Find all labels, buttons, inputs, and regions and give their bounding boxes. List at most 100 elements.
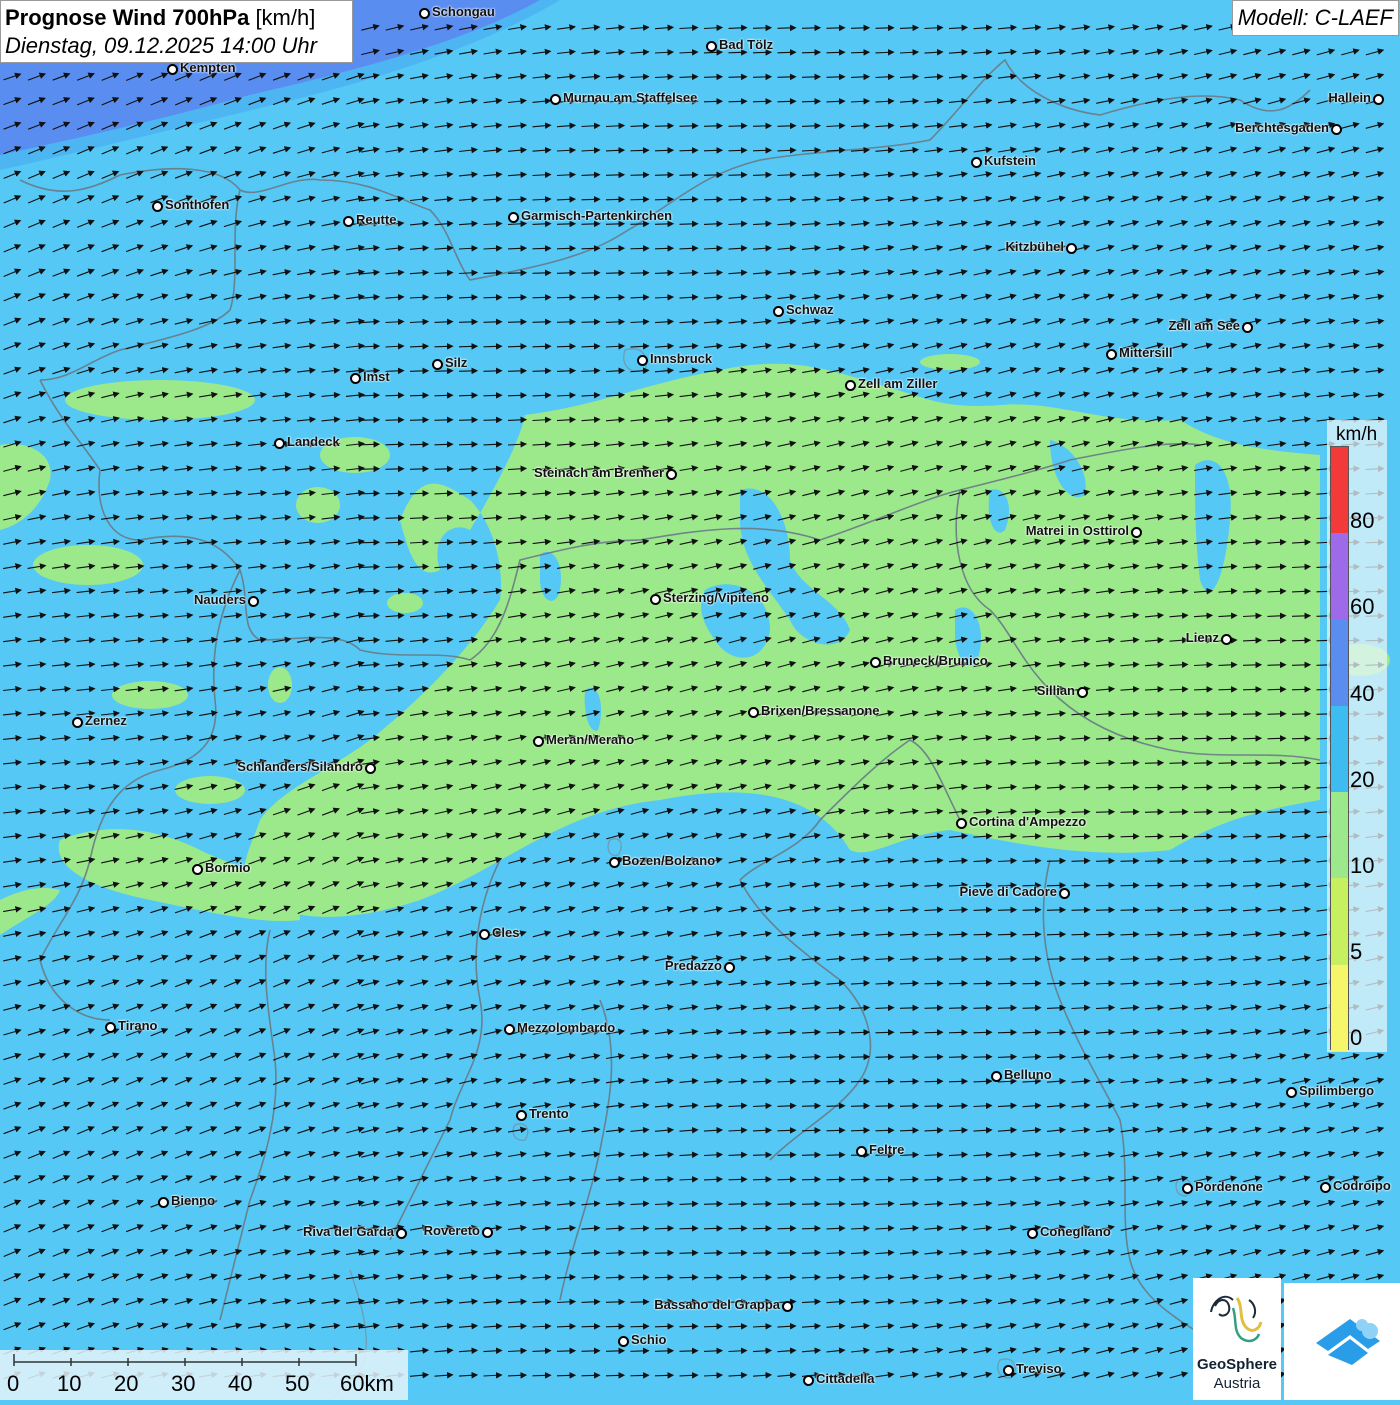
- wind-zone-patch-1: [65, 380, 255, 420]
- legend-color-bar: [1330, 446, 1349, 1051]
- geosphere-logo: GeoSphere Austria: [1193, 1278, 1281, 1400]
- scale-label: 50: [285, 1371, 310, 1396]
- cloud-chevron-icon: [1316, 1319, 1380, 1365]
- scale-label: 40: [228, 1371, 253, 1396]
- city-marker: [248, 596, 259, 607]
- scale-label: 20: [114, 1371, 139, 1396]
- city-marker: [856, 1146, 867, 1157]
- city-marker: [350, 373, 361, 384]
- city-marker: [419, 8, 430, 19]
- city-marker: [773, 306, 784, 317]
- legend-label: 0: [1350, 1025, 1363, 1050]
- city-marker: [479, 929, 490, 940]
- map-title-unit: [km/h]: [255, 5, 316, 30]
- city-label: Cles: [492, 925, 520, 940]
- city-label: Bad Tölz: [719, 37, 774, 52]
- city-marker: [748, 707, 759, 718]
- city-marker: [845, 380, 856, 391]
- city-marker: [158, 1197, 169, 1208]
- city-marker: [1131, 527, 1142, 538]
- city-label: Sonthofen: [165, 197, 230, 212]
- map-title-main: Prognose Wind 700hPa: [5, 5, 250, 30]
- city-label: Mezzolombardo: [517, 1020, 616, 1035]
- city-label: Spilimbergo: [1299, 1083, 1375, 1098]
- city-label: Zell am See: [1168, 318, 1240, 333]
- city-label: Cortina d'Ampezzo: [969, 814, 1087, 829]
- city-label: Meran/Merano: [546, 732, 635, 747]
- model-label: Modell: C-LAEF: [1231, 0, 1399, 36]
- city-label: Steinach am Brenner: [533, 465, 664, 480]
- city-marker: [516, 1110, 527, 1121]
- city-marker: [1077, 687, 1088, 698]
- color-legend: km/h 80 60 40 20 10 5 0: [1327, 420, 1387, 1052]
- scale-bar-line: [13, 1354, 357, 1366]
- city-label: Matrei in Osttirol: [1025, 523, 1129, 538]
- legend-label: 60: [1350, 594, 1375, 619]
- city-marker: [105, 1022, 116, 1033]
- forecast-datetime: Dienstag, 09.12.2025 14:00 Uhr: [5, 33, 317, 58]
- city-label: Nauders: [193, 592, 246, 607]
- city-marker: [609, 857, 620, 868]
- city-marker: [1066, 243, 1077, 254]
- city-label: Kempten: [180, 60, 236, 75]
- city-label: Pieve di Cadore: [959, 884, 1057, 899]
- city-marker: [192, 864, 203, 875]
- city-label: Feltre: [869, 1142, 905, 1157]
- wind-zone-patch-2: [33, 545, 143, 585]
- city-label: Schlanders/Silandro: [237, 759, 363, 774]
- city-label: Mittersill: [1119, 345, 1173, 360]
- city-label: Schongau: [432, 4, 495, 19]
- city-label: Schwaz: [786, 302, 834, 317]
- legend-unit: km/h: [1336, 424, 1378, 445]
- legend-label: 20: [1350, 767, 1375, 792]
- wind-zone-patch-9: [387, 593, 423, 613]
- scale-label: 10: [57, 1371, 82, 1396]
- city-marker: [508, 212, 519, 223]
- scale-bar: 0 10 20 30 40 50 60km: [0, 1350, 408, 1400]
- city-marker: [870, 657, 881, 668]
- city-label: Lienz: [1185, 630, 1219, 645]
- legend-segment: [1331, 878, 1348, 965]
- city-label: Bassano del Grappa: [654, 1297, 780, 1312]
- city-label: Predazzo: [664, 958, 722, 973]
- city-label: Bruneck/Brunico: [883, 653, 988, 668]
- city-marker: [1373, 94, 1384, 105]
- city-marker: [1106, 349, 1117, 360]
- city-label: Imst: [363, 369, 390, 384]
- city-label: Tirano: [118, 1018, 158, 1033]
- city-label: Codroipo: [1333, 1178, 1391, 1193]
- legend-segment: [1331, 619, 1348, 706]
- city-marker: [1286, 1087, 1297, 1098]
- legend-label: 10: [1350, 853, 1375, 878]
- city-label: Hallein: [1328, 90, 1371, 105]
- city-label: Conegliano: [1040, 1224, 1111, 1239]
- city-label: Berchtesgaden: [1235, 120, 1329, 135]
- city-label: Trento: [529, 1106, 569, 1121]
- city-label: Cittadella: [816, 1371, 875, 1386]
- city-marker: [650, 594, 661, 605]
- app-logo: [1284, 1283, 1400, 1400]
- city-label: Bienno: [171, 1193, 216, 1208]
- city-marker: [971, 157, 982, 168]
- geosphere-swirl-icon: [1210, 1295, 1263, 1343]
- legend-segment: [1331, 447, 1348, 534]
- city-label: Brixen/Bressanone: [761, 703, 880, 718]
- city-marker: [550, 94, 561, 105]
- city-label: Kufstein: [984, 153, 1036, 168]
- city-marker: [1320, 1182, 1331, 1193]
- wind-zone-patch-6: [175, 776, 245, 804]
- city-label: Zernez: [85, 713, 127, 728]
- city-marker: [991, 1071, 1002, 1082]
- city-label: Bozen/Bolzano: [622, 853, 716, 868]
- city-marker: [365, 763, 376, 774]
- scale-label: 30: [171, 1371, 196, 1396]
- wind-zone-patch-8: [920, 354, 980, 370]
- city-label: Reutte: [356, 212, 397, 227]
- city-marker: [782, 1301, 793, 1312]
- city-marker: [274, 438, 285, 449]
- city-marker: [618, 1336, 629, 1347]
- city-marker: [396, 1228, 407, 1239]
- city-label: Rovereto: [423, 1223, 480, 1238]
- legend-segment: [1331, 705, 1348, 793]
- city-label: Silz: [445, 355, 468, 370]
